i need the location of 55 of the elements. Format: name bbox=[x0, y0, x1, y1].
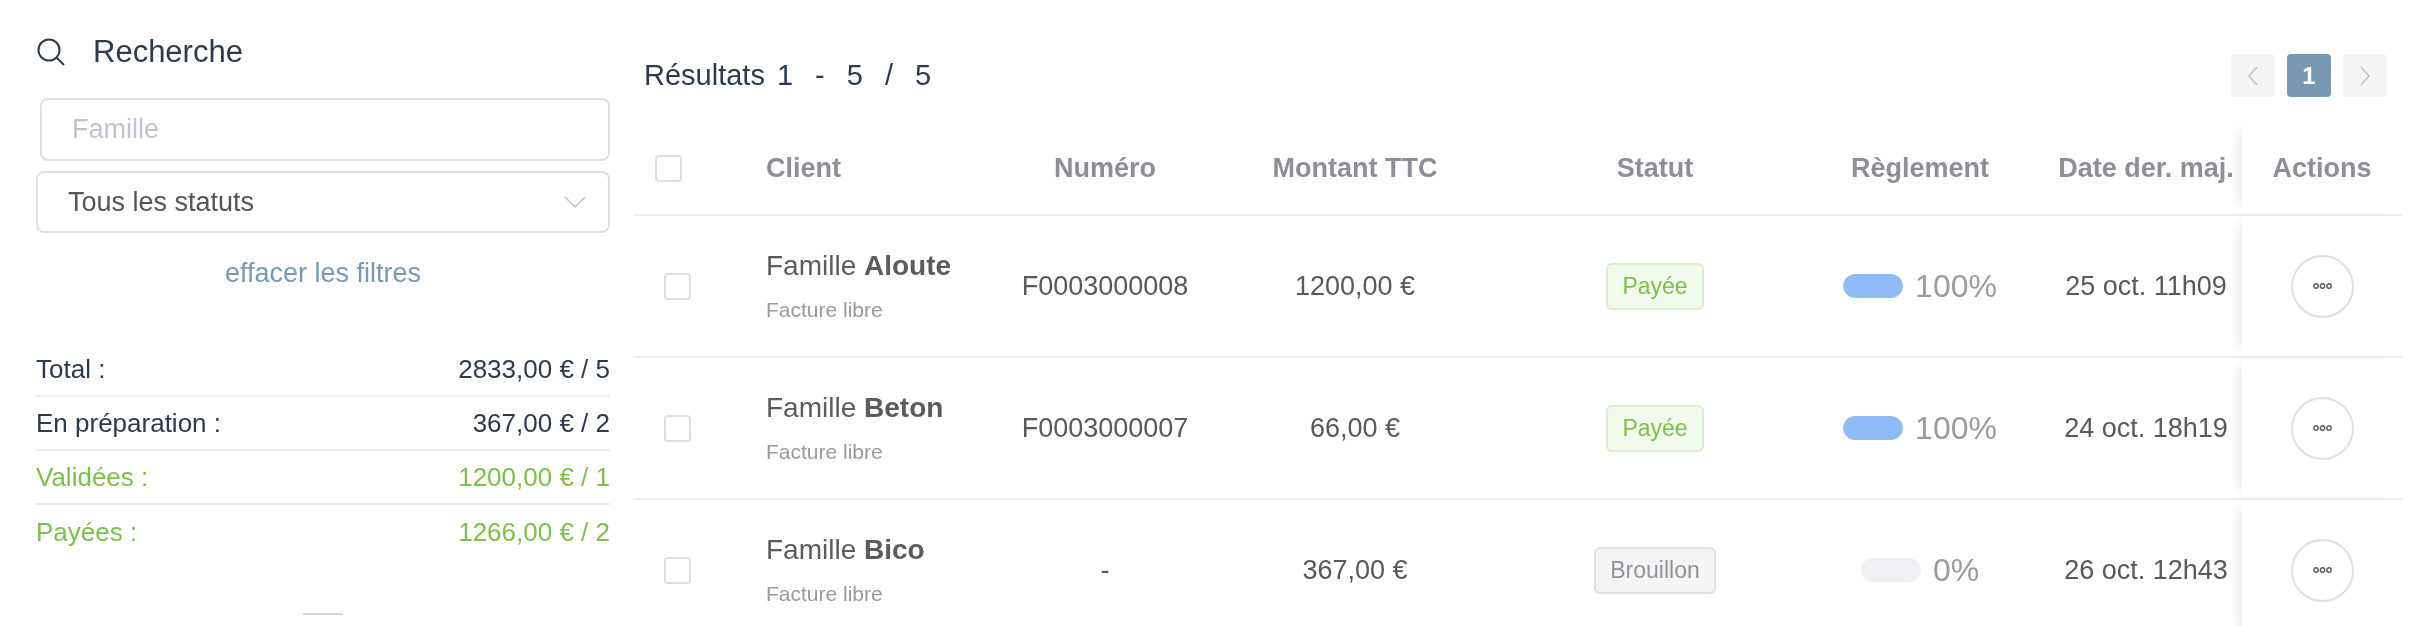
summary-value: 1266,00 € / 2 bbox=[458, 515, 610, 549]
ellipsis-icon bbox=[2312, 283, 2332, 289]
update-date: 25 oct. 11h09 bbox=[2065, 269, 2227, 303]
summary-label: En préparation : bbox=[36, 406, 221, 440]
payment-reading: 100% bbox=[1915, 409, 1997, 448]
update-date: 24 oct. 18h19 bbox=[2064, 411, 2228, 445]
invoice-type: Facture libre bbox=[766, 296, 884, 323]
search-icon bbox=[37, 38, 65, 66]
summary-label: Validées : bbox=[36, 460, 149, 494]
search-title: Recherche bbox=[93, 37, 243, 67]
amount: 1200,00 € bbox=[1294, 269, 1416, 303]
status-select[interactable]: Tous les statuts bbox=[36, 171, 610, 233]
invoice-type: Facture libre bbox=[766, 438, 884, 465]
client-name: Famille Aloute bbox=[766, 249, 953, 282]
grip-line bbox=[303, 613, 343, 615]
summary-value: 2833,00 € / 5 bbox=[458, 352, 610, 386]
summary-value: 1200,00 € / 1 bbox=[458, 460, 610, 494]
column-header: Statut bbox=[1616, 151, 1694, 185]
column-header: Règlement bbox=[1850, 151, 1989, 185]
column-header: Date der. maj. bbox=[2058, 151, 2234, 185]
column-header: Numéro bbox=[1054, 151, 1156, 185]
select-all-checkbox[interactable] bbox=[655, 154, 682, 182]
status-badge: Payée bbox=[1606, 404, 1704, 452]
column-header: Client bbox=[766, 151, 841, 185]
chevron-down-icon bbox=[564, 196, 586, 208]
invoice-number: - bbox=[1100, 553, 1110, 587]
row-checkbox[interactable] bbox=[664, 272, 691, 300]
ellipsis-icon bbox=[2312, 425, 2332, 431]
summary-label: Total : bbox=[36, 352, 106, 386]
payment-reading: 0% bbox=[1932, 551, 1980, 590]
update-date: 26 oct. 12h43 bbox=[2064, 553, 2228, 587]
invoice-number: F0003000008 bbox=[1021, 269, 1189, 303]
row-checkbox[interactable] bbox=[664, 556, 691, 584]
results-range: 1 - 5 / 5 bbox=[776, 57, 932, 93]
client-name: Famille Beton bbox=[766, 391, 945, 424]
family-search-field[interactable]: Famille bbox=[40, 98, 610, 161]
summary-label: Payées : bbox=[36, 515, 138, 549]
results-label: Résultats bbox=[644, 57, 765, 93]
client-name: Famille Bico bbox=[766, 533, 926, 566]
page-button[interactable]: 1 bbox=[2287, 54, 2331, 97]
amount: 66,00 € bbox=[1309, 411, 1401, 445]
status-badge: Brouillon bbox=[1594, 546, 1716, 594]
ellipsis-icon bbox=[2312, 567, 2332, 573]
status-badge: Payée bbox=[1606, 262, 1704, 310]
clear-filters-link[interactable]: effacer les filtres bbox=[224, 258, 422, 289]
column-header: Montant TTC bbox=[1272, 151, 1438, 185]
chevron-right-icon bbox=[2360, 65, 2370, 86]
row-checkbox[interactable] bbox=[664, 414, 691, 442]
chevron-left-icon bbox=[2248, 65, 2258, 86]
summary-value: 367,00 € / 2 bbox=[472, 406, 610, 440]
payment-reading: 100% bbox=[1915, 267, 1997, 306]
column-header: Actions bbox=[2272, 151, 2372, 185]
amount: 367,00 € bbox=[1302, 553, 1408, 587]
invoice-type: Facture libre bbox=[766, 580, 884, 607]
invoice-number: F0003000007 bbox=[1021, 411, 1189, 445]
